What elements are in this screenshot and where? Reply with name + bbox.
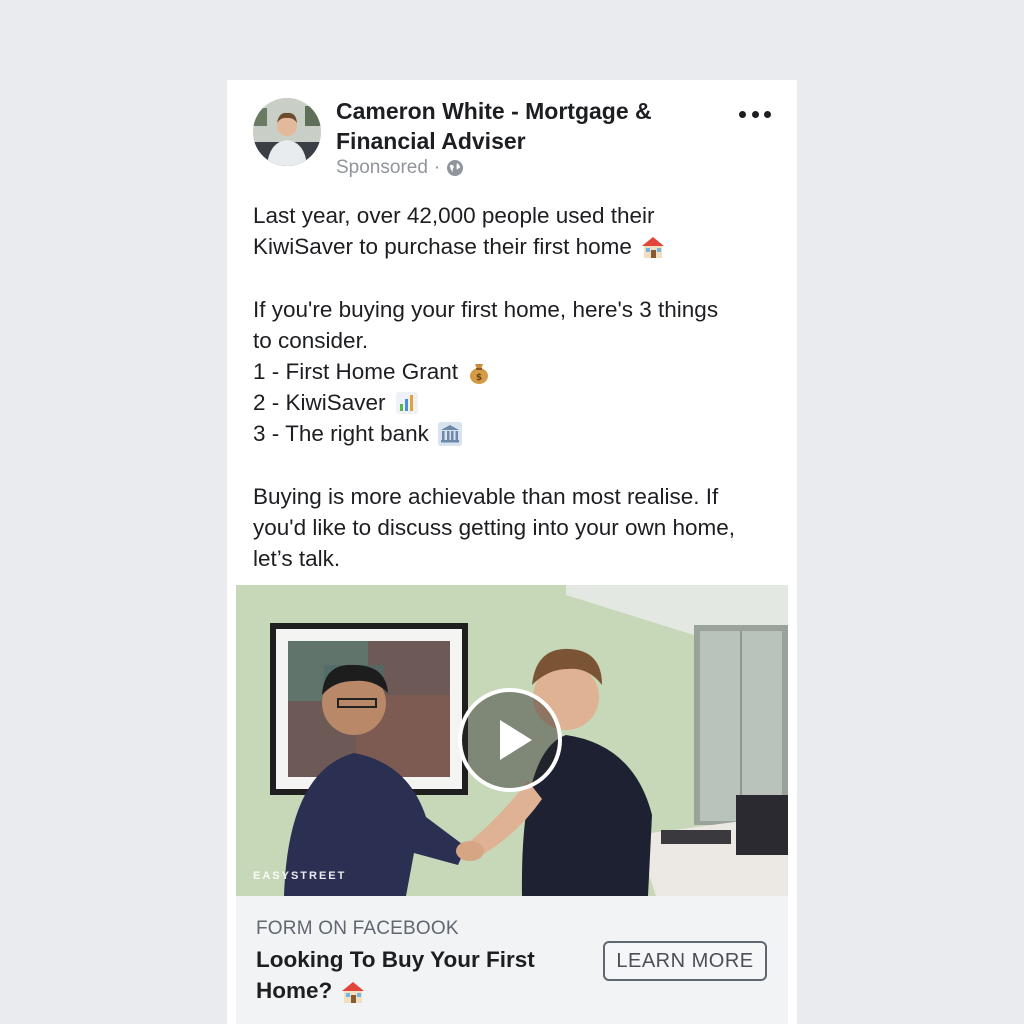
house-emoji [340,979,366,1005]
cta-type-label: FORM ON FACEBOOK [256,918,459,939]
post-text-line: 1 - First Home Grant [253,356,783,387]
page-avatar[interactable] [253,98,321,166]
globe-icon [447,160,464,176]
post-text-line: 3 - The right bank [253,418,783,449]
video-player[interactable]: EASYSTREET [236,585,788,896]
post-text-line: KiwiSaver to purchase their first home [253,231,783,262]
cta-bar: FORM ON FACEBOOK Looking To Buy Your Fir… [236,896,788,1024]
post-text-line: 2 - KiwiSaver [253,387,783,418]
house-emoji [640,234,666,260]
play-icon[interactable] [458,688,562,792]
post-text-line: let’s talk. [253,546,341,572]
cta-headline[interactable]: Looking To Buy Your First Home? [256,944,566,1006]
post-text-line: Last year, over 42,000 people used their [253,203,655,228]
more-options-icon[interactable] [739,104,771,124]
post-body: Last year, over 42,000 people used their… [253,200,783,574]
post-text-line: to consider. [253,327,369,353]
sponsored-label[interactable]: Sponsored [336,157,428,179]
post-text-line: If you're buying your first home, here's… [253,296,719,322]
learn-more-button[interactable]: LEARN MORE [603,941,767,981]
sponsored-post-card: Cameron White - Mortgage & Financial Adv… [227,80,797,1024]
post-meta: Sponsored · [336,157,464,179]
bank-emoji [437,421,463,447]
post-text-line: Buying is more achievable than most real… [253,483,719,509]
bar-chart-emoji [394,390,420,416]
meta-separator: · [433,157,441,178]
video-watermark: EASYSTREET [253,870,347,882]
post-text-line: you'd like to discuss getting into your … [253,514,736,540]
page-name-link[interactable]: Cameron White - Mortgage & Financial Adv… [336,96,696,156]
money-bag-emoji [466,359,492,385]
